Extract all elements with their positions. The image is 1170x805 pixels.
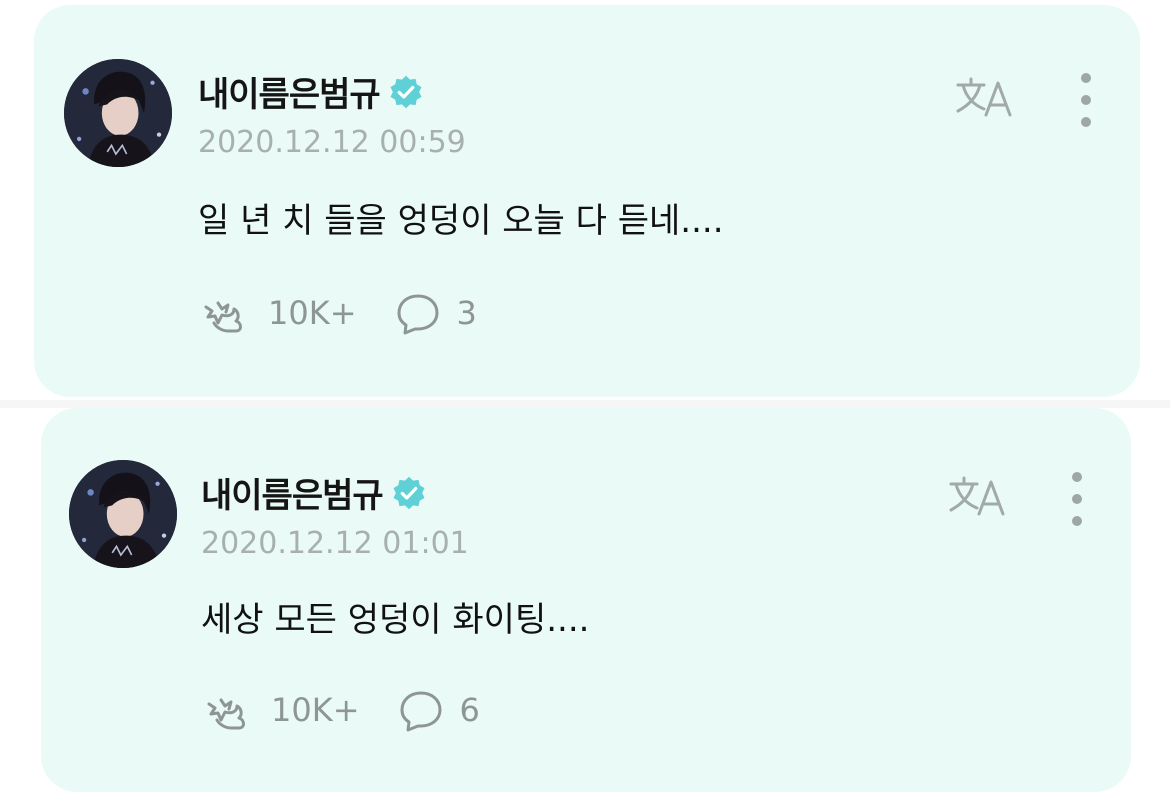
avatar[interactable] xyxy=(69,460,177,568)
like-count: 10K+ xyxy=(271,691,360,729)
like-button[interactable]: 10K+ xyxy=(201,688,360,732)
like-count: 10K+ xyxy=(268,294,357,332)
username[interactable]: 내이름은범규 xyxy=(201,468,427,517)
post-card[interactable]: 내이름은범규 2020.12.12 01:01 세상 모든 엉덩이 화이팅...… xyxy=(41,408,1131,792)
dot xyxy=(1072,494,1082,504)
username-text: 내이름은범규 xyxy=(198,75,381,115)
timestamp: 2020.12.12 01:01 xyxy=(201,526,469,561)
timestamp: 2020.12.12 00:59 xyxy=(198,125,466,160)
verified-badge-icon xyxy=(391,475,427,511)
avatar[interactable] xyxy=(64,59,172,167)
comment-count: 3 xyxy=(456,294,477,332)
action-bar: 10K+ 3 xyxy=(198,291,477,335)
post-card[interactable]: 내이름은범규 2020.12.12 00:59 일 년 치 들을 엉덩이 오늘 … xyxy=(34,5,1140,397)
dot xyxy=(1081,73,1091,83)
username-text: 내이름은범규 xyxy=(201,476,384,516)
more-options-icon[interactable] xyxy=(1065,472,1089,526)
username[interactable]: 내이름은범규 xyxy=(198,67,424,116)
like-icon xyxy=(204,301,242,333)
post-text: 일 년 치 들을 엉덩이 오늘 다 듣네.... xyxy=(198,201,724,241)
comment-icon xyxy=(400,691,442,732)
comment-button[interactable]: 6 xyxy=(398,688,480,732)
post-text: 세상 모든 엉덩이 화이팅.... xyxy=(201,600,590,640)
comment-button[interactable]: 3 xyxy=(395,291,477,335)
dot xyxy=(1081,117,1091,127)
like-icon xyxy=(207,698,245,730)
translate-icon[interactable] xyxy=(947,470,1009,520)
dot xyxy=(1072,472,1082,482)
verified-badge-icon xyxy=(388,74,424,110)
translate-icon[interactable] xyxy=(954,71,1016,121)
divider xyxy=(0,400,1170,408)
comment-icon xyxy=(397,294,439,335)
dot xyxy=(1081,95,1091,105)
dot xyxy=(1072,516,1082,526)
comment-count: 6 xyxy=(459,691,480,729)
like-button[interactable]: 10K+ xyxy=(198,291,357,335)
more-options-icon[interactable] xyxy=(1074,73,1098,127)
action-bar: 10K+ 6 xyxy=(201,688,480,732)
